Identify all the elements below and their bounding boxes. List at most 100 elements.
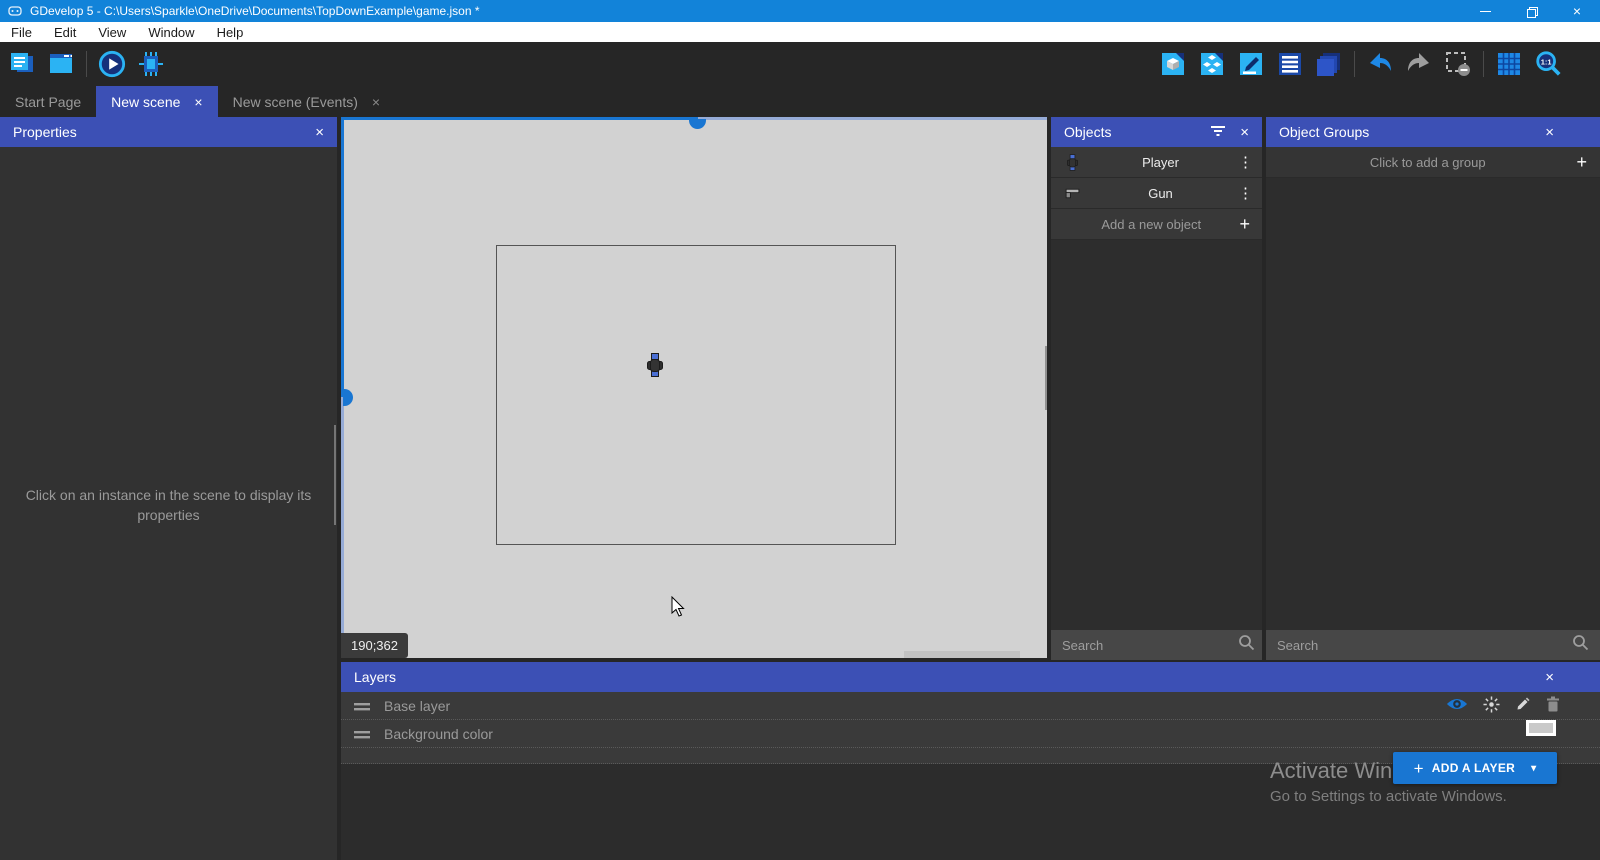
properties-panel: Properties × Click on an instance in the… xyxy=(0,117,337,860)
instance-edit-icon[interactable] xyxy=(1237,50,1265,78)
objects-search-input[interactable] xyxy=(1062,638,1238,653)
add-layer-label: ADD A LAYER xyxy=(1432,761,1515,775)
canvas-horizontal-scrollbar[interactable] xyxy=(904,651,1020,658)
close-icon[interactable]: × xyxy=(1545,125,1554,140)
tab-new-scene-events[interactable]: New scene (Events) × xyxy=(218,86,395,117)
tab-close-icon[interactable]: × xyxy=(372,95,380,109)
undo-icon[interactable] xyxy=(1366,50,1394,78)
layers-panel-header: Layers × xyxy=(341,662,1600,692)
close-icon: × xyxy=(1573,4,1581,18)
layer-name: Background color xyxy=(384,726,493,742)
layers-panel: Layers × Base layer xyxy=(341,662,1600,860)
close-icon[interactable]: × xyxy=(1545,670,1554,685)
layer-delete-icon[interactable] xyxy=(1546,696,1560,715)
layer-effects-icon[interactable] xyxy=(1483,696,1500,716)
menu-window[interactable]: Window xyxy=(137,22,205,42)
filter-icon[interactable] xyxy=(1210,124,1226,140)
gdevelop-logo-icon xyxy=(8,5,22,17)
search-icon xyxy=(1572,634,1589,656)
kebab-menu-icon[interactable]: ⋮ xyxy=(1238,153,1252,171)
zoom-actual-size-icon[interactable]: 1:1 xyxy=(1534,50,1562,78)
window-title: GDevelop 5 - C:\Users\Sparkle\OneDrive\D… xyxy=(30,4,480,18)
tab-start-page[interactable]: Start Page xyxy=(0,86,96,117)
layer-row-background-color[interactable]: Background color xyxy=(341,720,1600,748)
background-color-swatch[interactable] xyxy=(1526,720,1556,736)
panel-resize-edge-top[interactable] xyxy=(698,117,1047,120)
menu-edit[interactable]: Edit xyxy=(43,22,87,42)
object-row-gun[interactable]: Gun ⋮ xyxy=(1051,178,1262,209)
properties-scrollbar[interactable] xyxy=(334,425,336,525)
toolbar: 1:1 xyxy=(0,42,1600,86)
plus-icon: + xyxy=(1239,215,1250,233)
objects-panel: Objects × Player ⋮ Gun ⋮ Add a new objec… xyxy=(1051,117,1262,660)
close-icon[interactable]: × xyxy=(1240,125,1249,140)
objects-panel-header: Objects × xyxy=(1051,117,1262,147)
properties-panel-header: Properties × xyxy=(0,117,337,147)
chevron-down-icon: ▾ xyxy=(1531,763,1536,774)
groups-search-bar xyxy=(1266,630,1600,660)
drag-handle-icon[interactable] xyxy=(354,726,370,742)
minimize-icon xyxy=(1480,11,1491,12)
project-manager-icon[interactable] xyxy=(8,50,36,78)
minimize-button[interactable] xyxy=(1462,0,1508,22)
tab-close-icon[interactable]: × xyxy=(194,95,202,109)
watermark-line2: Go to Settings to activate Windows. xyxy=(1270,788,1507,805)
plus-icon: + xyxy=(1576,153,1587,171)
layer-name: Base layer xyxy=(384,698,450,714)
toolbar-separator xyxy=(1354,51,1355,77)
cursor-coordinates-badge: 190;362 xyxy=(341,633,408,658)
debug-icon[interactable] xyxy=(137,50,165,78)
close-icon[interactable]: × xyxy=(315,125,324,140)
layer-edit-icon[interactable] xyxy=(1515,696,1531,715)
panel-title: Object Groups xyxy=(1279,124,1369,140)
layer-row-base[interactable]: Base layer xyxy=(341,692,1600,720)
svg-text:1:1: 1:1 xyxy=(1541,57,1552,66)
preview-play-icon[interactable] xyxy=(98,50,126,78)
layer-visibility-icon[interactable] xyxy=(1446,697,1468,714)
player-object-icon xyxy=(1061,154,1083,171)
kebab-menu-icon[interactable]: ⋮ xyxy=(1238,184,1252,202)
object-row-player[interactable]: Player ⋮ xyxy=(1051,147,1262,178)
add-group-label: Click to add a group xyxy=(1279,155,1576,170)
search-icon xyxy=(1238,634,1255,656)
objects-editor-icon[interactable] xyxy=(1159,50,1187,78)
scene-canvas[interactable]: 190;362 xyxy=(341,117,1047,658)
redo-icon[interactable] xyxy=(1405,50,1433,78)
add-layer-button[interactable]: + ADD A LAYER ▾ xyxy=(1393,752,1557,784)
menu-file[interactable]: File xyxy=(0,22,43,42)
objects-search-bar xyxy=(1051,630,1262,660)
player-instance[interactable] xyxy=(647,353,663,377)
panel-title: Layers xyxy=(354,669,396,685)
properties-empty-message: Click on an instance in the scene to dis… xyxy=(22,485,315,526)
toolbar-separator xyxy=(86,51,87,77)
object-name: Gun xyxy=(1083,186,1238,201)
object-groups-panel: Object Groups × Click to add a group + xyxy=(1266,117,1600,660)
groups-search-input[interactable] xyxy=(1277,638,1572,653)
plus-icon: + xyxy=(1414,760,1424,777)
menu-view[interactable]: View xyxy=(87,22,137,42)
drag-handle-icon[interactable] xyxy=(354,698,370,714)
title-bar: GDevelop 5 - C:\Users\Sparkle\OneDrive\D… xyxy=(0,0,1600,22)
tab-label: New scene (Events) xyxy=(233,94,358,110)
add-object-button[interactable]: Add a new object + xyxy=(1051,209,1262,240)
object-groups-editor-icon[interactable] xyxy=(1198,50,1226,78)
menu-help[interactable]: Help xyxy=(206,22,255,42)
add-group-button[interactable]: Click to add a group + xyxy=(1266,147,1600,178)
panel-resize-handle-top[interactable] xyxy=(689,119,706,129)
panel-resize-edge-left[interactable] xyxy=(341,397,344,658)
panel-resize-edge-top[interactable] xyxy=(341,117,698,120)
close-window-button[interactable]: × xyxy=(1554,0,1600,22)
panel-resize-edge-left[interactable] xyxy=(341,117,344,397)
canvas-vertical-scrollbar[interactable] xyxy=(1045,346,1047,410)
window-icon[interactable] xyxy=(47,50,75,78)
instances-list-icon[interactable] xyxy=(1276,50,1304,78)
restore-icon xyxy=(1527,7,1536,16)
panel-resize-handle-left[interactable] xyxy=(343,389,353,406)
mouse-cursor xyxy=(671,596,686,623)
add-object-label: Add a new object xyxy=(1063,217,1239,232)
clear-selection-icon[interactable] xyxy=(1444,50,1472,78)
layers-editor-icon[interactable] xyxy=(1315,50,1343,78)
grid-icon[interactable] xyxy=(1495,50,1523,78)
tab-new-scene[interactable]: New scene × xyxy=(96,86,217,117)
restore-button[interactable] xyxy=(1508,0,1554,22)
